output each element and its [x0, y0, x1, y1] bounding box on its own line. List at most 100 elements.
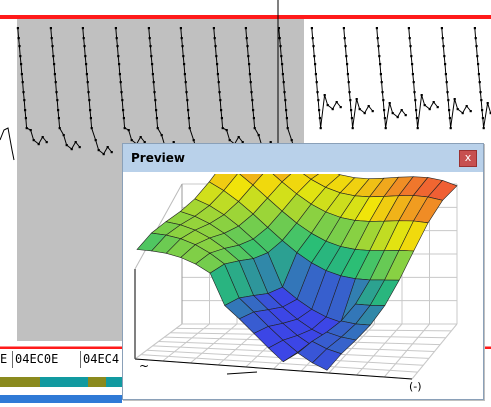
trace-point — [51, 45, 54, 48]
trace-point — [114, 27, 117, 30]
trace-point — [410, 55, 413, 58]
trace-point — [486, 102, 489, 105]
trace-point — [217, 81, 220, 84]
trace-point — [442, 45, 445, 48]
trace-point — [65, 144, 68, 147]
trace-point — [323, 94, 326, 97]
trace-point — [82, 37, 85, 40]
trace-point — [345, 55, 348, 58]
trace-point — [440, 27, 443, 30]
trace-point — [24, 109, 27, 112]
close-button[interactable]: x — [459, 150, 477, 167]
trace-point — [251, 99, 254, 102]
surface-plot-area[interactable]: ~ (-) — [127, 174, 479, 395]
trace-point — [37, 143, 40, 146]
trace-point — [84, 55, 87, 58]
trace-point — [192, 139, 195, 142]
trace-point — [216, 73, 219, 76]
trace-point — [349, 99, 352, 102]
trace-point — [218, 91, 221, 94]
trace-point — [58, 127, 61, 130]
trace-point — [428, 108, 431, 111]
trace-point — [151, 73, 154, 76]
trace-point — [215, 55, 218, 58]
trace-point — [381, 91, 384, 94]
trace-point — [358, 108, 361, 111]
trace-point — [412, 81, 415, 84]
trace-point — [351, 127, 354, 130]
trace-point — [388, 102, 391, 105]
trace-point — [286, 127, 289, 130]
trace-point — [482, 127, 485, 130]
trace-point — [409, 45, 412, 48]
trace-point — [122, 117, 125, 120]
trace-point — [461, 112, 464, 115]
trace-point — [384, 127, 387, 130]
waveform-trace — [474, 27, 491, 129]
grid-line — [226, 371, 258, 375]
trace-point — [343, 37, 346, 40]
trace-point — [416, 127, 419, 130]
trace-point — [446, 91, 449, 94]
trace-point — [317, 99, 320, 102]
trace-point — [407, 27, 410, 30]
trace-point — [346, 63, 349, 66]
trace-point — [469, 110, 472, 113]
trace-point — [448, 117, 451, 120]
trace-point — [441, 37, 444, 40]
trace-point — [94, 139, 97, 142]
trace-point — [53, 73, 56, 76]
trace-point — [150, 55, 153, 58]
trace-point — [285, 117, 288, 120]
trace-point — [252, 109, 255, 112]
trace-point — [350, 117, 353, 120]
trace-point — [88, 99, 91, 102]
trace-point — [55, 91, 58, 94]
trace-point — [152, 81, 155, 84]
trace-point — [415, 109, 418, 112]
trace-point — [348, 91, 351, 94]
trace-point — [444, 73, 447, 76]
trace-point — [382, 99, 385, 102]
trace-point — [481, 109, 484, 112]
trace-point — [346, 73, 349, 76]
trace-point — [257, 134, 260, 137]
trace-point — [247, 55, 250, 58]
trace-point — [420, 94, 423, 97]
trace-point — [188, 127, 191, 130]
trace-point — [228, 139, 231, 142]
trace-point — [246, 45, 249, 48]
trace-point — [213, 37, 216, 40]
trace-point — [83, 45, 86, 48]
surface-mesh — [136, 174, 458, 371]
trace-point — [404, 114, 407, 117]
trace-point — [154, 99, 157, 102]
trace-point — [371, 110, 374, 113]
trace-point — [25, 127, 28, 130]
trace-point — [432, 101, 435, 104]
trace-point — [311, 37, 314, 40]
trace-point — [355, 98, 358, 101]
trace-point — [186, 99, 189, 102]
trace-point — [477, 73, 480, 76]
trace-point — [212, 27, 215, 30]
trace-point — [277, 27, 280, 30]
trace-point — [153, 91, 156, 94]
trace-point — [149, 45, 152, 48]
trace-point — [310, 27, 313, 30]
trace-point — [376, 37, 379, 40]
trace-point — [363, 112, 366, 115]
trace-point — [315, 81, 318, 84]
trace-point — [281, 63, 284, 66]
trace-point — [244, 27, 247, 30]
surface-plot: ~ (-) — [134, 174, 458, 393]
trace-point — [185, 91, 188, 94]
trace-point — [106, 146, 109, 149]
trace-point — [78, 146, 81, 149]
trace-point — [326, 104, 329, 107]
waveform-trace — [441, 27, 471, 129]
preview-title-bar[interactable]: Preview x — [123, 144, 483, 172]
preview-window[interactable]: Preview x ~ (-) — [122, 143, 484, 400]
trace-point — [160, 134, 163, 137]
trace-point — [319, 127, 322, 130]
